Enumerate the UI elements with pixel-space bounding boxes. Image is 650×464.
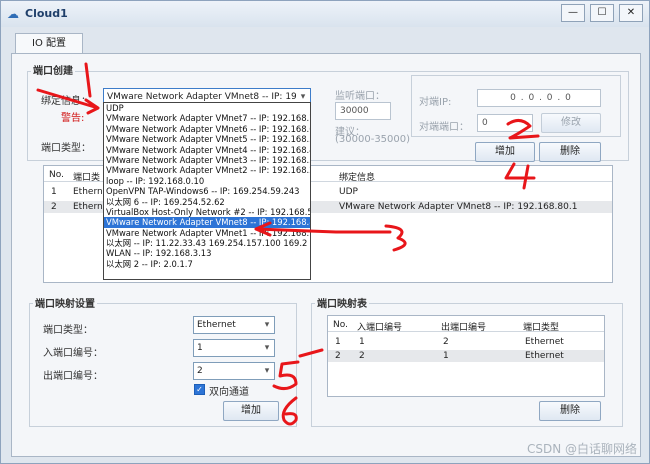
- port-map-settings-label: 端口映射设置: [33, 295, 97, 310]
- cell-no: 2: [51, 202, 57, 212]
- cell-port-type: Ethernet: [525, 351, 564, 361]
- minimize-button[interactable]: —: [561, 4, 585, 22]
- table-row[interactable]: 2 2 1 Ethernet: [328, 350, 604, 362]
- dropdown-option[interactable]: VMware Network Adapter VMnet7 -- IP: 192…: [104, 113, 310, 123]
- cell-no: 1: [51, 187, 57, 197]
- out-port-label: 出端口编号：: [43, 371, 103, 382]
- port-create-label: 端口创建: [31, 62, 75, 77]
- chevron-down-icon[interactable]: ▾: [260, 340, 274, 356]
- in-port-value: 1: [197, 343, 203, 353]
- col-out-port: 出端口编号: [441, 323, 487, 333]
- modify-button[interactable]: 修改: [541, 113, 601, 133]
- cell-out-port: 2: [443, 337, 449, 347]
- delete-port-button[interactable]: 删除: [539, 142, 601, 162]
- col-port-type: 端口类: [73, 173, 101, 183]
- table-row[interactable]: 1 1 2 Ethernet: [328, 336, 604, 348]
- delete-mapping-button[interactable]: 删除: [539, 401, 601, 421]
- chevron-down-icon[interactable]: ▾: [260, 363, 274, 379]
- watermark: CSDN @白话聊网络: [526, 442, 637, 456]
- title-bar[interactable]: ☁ Cloud1 — ☐ ✕: [1, 1, 649, 27]
- map-port-type-value: Ethernet: [197, 320, 236, 330]
- suggest-range: (30000-35000): [335, 134, 411, 145]
- port-type-label: 端口类型：: [41, 143, 91, 154]
- peer-port-label: 对端端口：: [419, 122, 469, 133]
- out-port-value: 2: [197, 366, 203, 376]
- dropdown-option[interactable]: VirtualBox Host-Only Network #2 -- IP: 1…: [104, 207, 310, 217]
- cell-bind-info: VMware Network Adapter VMnet8 -- IP: 192…: [339, 202, 578, 212]
- cloud-icon: ☁: [7, 7, 19, 21]
- dropdown-option[interactable]: VMware Network Adapter VMnet6 -- IP: 192…: [104, 124, 310, 134]
- cell-in-port: 2: [359, 351, 365, 361]
- port-map-table-label: 端口映射表: [315, 295, 369, 310]
- bidirectional-checkbox[interactable]: ✓: [194, 384, 205, 395]
- cloud1-window: ☁ Cloud1 — ☐ ✕ IO 配置 端口创建 绑定信息： VMware N…: [0, 0, 650, 464]
- window-title: Cloud1: [25, 7, 68, 20]
- tab-io-config[interactable]: IO 配置: [15, 33, 83, 53]
- in-port-combo[interactable]: 1 ▾: [193, 339, 275, 357]
- dropdown-option[interactable]: VMware Network Adapter VMnet5 -- IP: 192…: [104, 134, 310, 144]
- dropdown-option[interactable]: VMware Network Adapter VMnet2 -- IP: 192…: [104, 165, 310, 175]
- close-button[interactable]: ✕: [619, 4, 643, 22]
- cell-no: 1: [335, 337, 341, 347]
- dropdown-option-highlighted[interactable]: VMware Network Adapter VMnet8 -- IP: 192…: [104, 217, 310, 228]
- listen-port-input[interactable]: 30000: [335, 102, 391, 120]
- col-in-port: 入端口编号: [357, 323, 403, 333]
- listen-port-label: 监听端口：: [335, 91, 385, 102]
- dropdown-option[interactable]: UDP: [104, 103, 310, 113]
- dropdown-option[interactable]: VMware Network Adapter VMnet3 -- IP: 192…: [104, 155, 310, 165]
- dropdown-option[interactable]: OpenVPN TAP-Windows6 -- IP: 169.254.59.2…: [104, 186, 310, 196]
- dropdown-option[interactable]: VMware Network Adapter VMnet1 -- IP: 192…: [104, 228, 310, 238]
- dropdown-option[interactable]: loop -- IP: 192.168.0.10: [104, 176, 310, 186]
- col-no: No.: [49, 170, 64, 180]
- dropdown-option[interactable]: 以太网 -- IP: 11.22.33.43 169.254.157.100 1…: [104, 238, 310, 248]
- bind-info-dropdown[interactable]: UDP VMware Network Adapter VMnet7 -- IP:…: [103, 102, 311, 280]
- cell-port-type: Ethernet: [525, 337, 564, 347]
- col-map-port-type: 端口类型: [523, 323, 560, 333]
- out-port-combo[interactable]: 2 ▾: [193, 362, 275, 380]
- add-port-button[interactable]: 增加: [475, 142, 535, 162]
- col-bind-info: 绑定信息: [339, 173, 376, 183]
- bidirectional-label: 双向通道: [209, 387, 249, 398]
- peer-port-input[interactable]: 0: [477, 114, 533, 132]
- bind-info-label: 绑定信息：: [41, 96, 91, 107]
- mapping-table: No. 入端口编号 出端口编号 端口类型 1 1 2 Ethernet 2 2 …: [327, 315, 605, 397]
- cell-in-port: 1: [359, 337, 365, 347]
- peer-ip-label: 对端IP:: [419, 97, 452, 108]
- col-no: No.: [333, 320, 348, 330]
- cell-no: 2: [335, 351, 341, 361]
- warning-label: 警告:: [61, 113, 85, 124]
- add-mapping-button[interactable]: 增加: [223, 401, 279, 421]
- peer-ip-input[interactable]: 0 . 0 . 0 . 0: [477, 89, 601, 107]
- map-port-type-combo[interactable]: Ethernet ▾: [193, 316, 275, 334]
- dropdown-option[interactable]: 以太网 2 -- IP: 2.0.1.7: [104, 259, 310, 269]
- in-port-label: 入端口编号：: [43, 348, 103, 359]
- chevron-down-icon[interactable]: ▾: [260, 317, 274, 333]
- cell-out-port: 1: [443, 351, 449, 361]
- maximize-button[interactable]: ☐: [590, 4, 614, 22]
- dropdown-option[interactable]: VMware Network Adapter VMnet4 -- IP: 192…: [104, 145, 310, 155]
- map-port-type-label: 端口类型：: [43, 325, 93, 336]
- dropdown-option[interactable]: 以太网 6 -- IP: 169.254.52.62: [104, 197, 310, 207]
- cell-bind-info: UDP: [339, 187, 358, 197]
- bind-info-value: VMware Network Adapter VMnet8 -- IP: 192…: [107, 92, 311, 102]
- dropdown-option[interactable]: WLAN -- IP: 192.168.3.13: [104, 248, 310, 258]
- mapping-table-header: No. 入端口编号 出端口编号 端口类型: [328, 316, 604, 333]
